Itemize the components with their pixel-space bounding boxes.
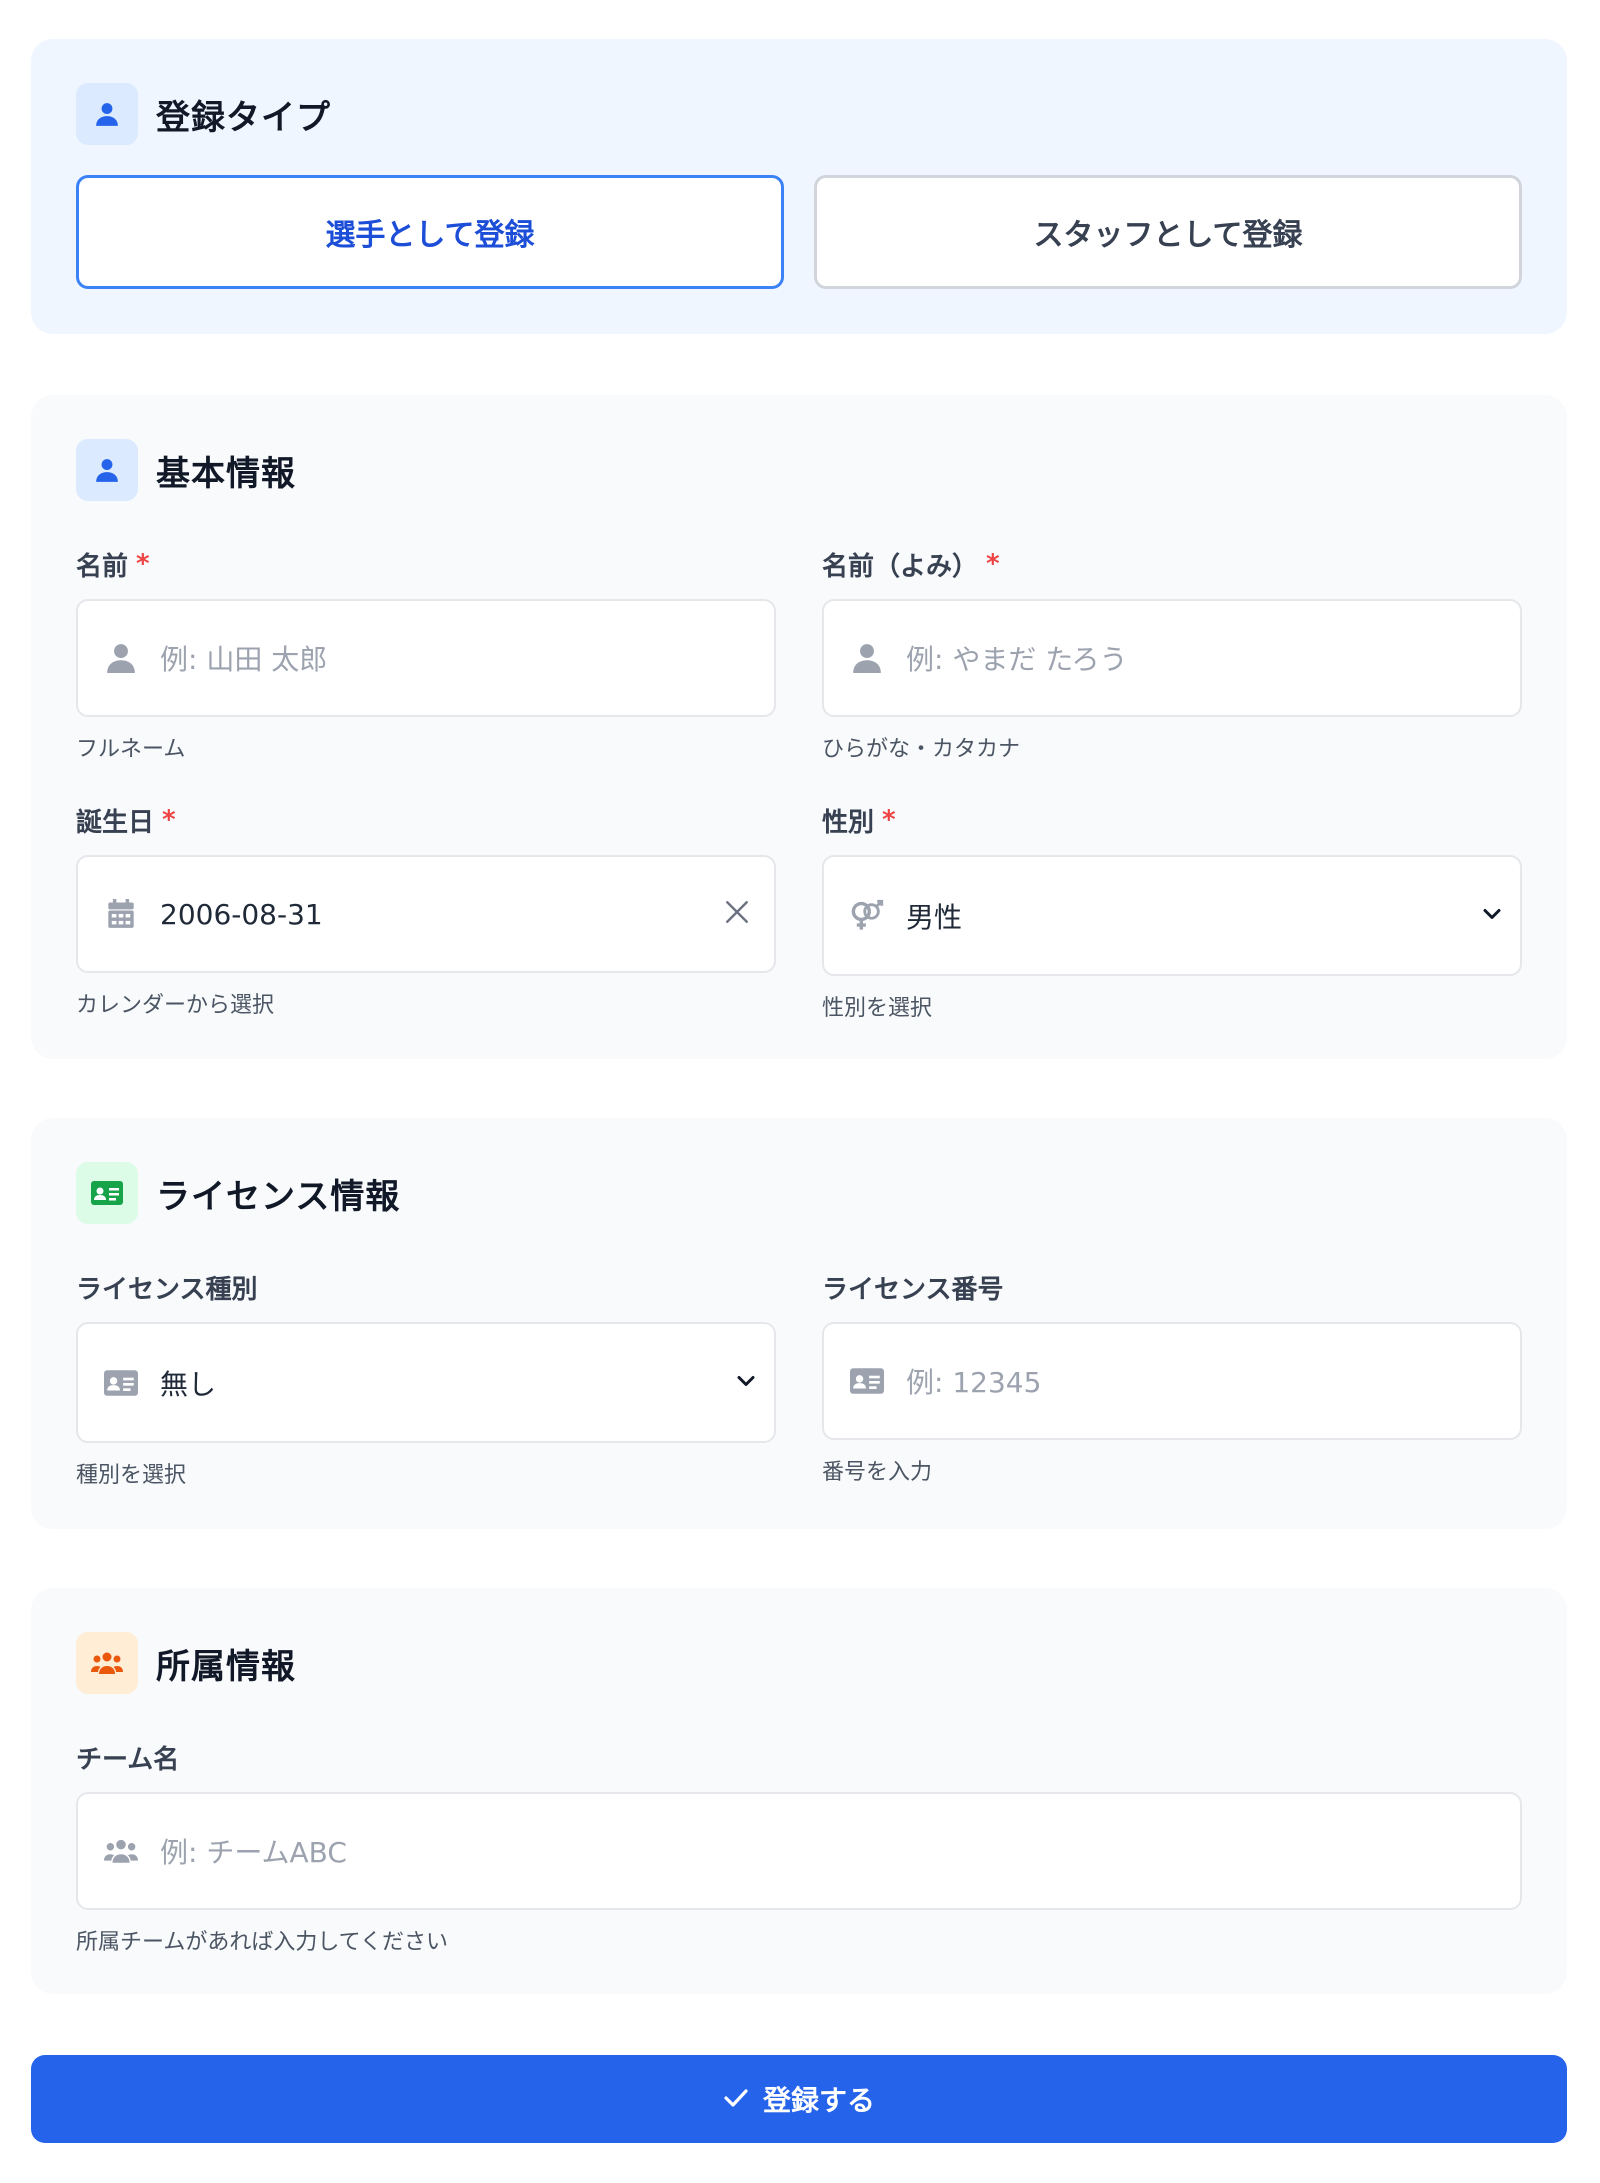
register-as-player-button[interactable]: 選手として登録 (76, 175, 784, 289)
name-field-group: 名前 * 例: 山田 太郎 フルネーム (76, 547, 776, 763)
gender-label: 性別 (822, 807, 875, 838)
id-card-icon (104, 1366, 138, 1400)
birthday-field-group: 誕生日 * 2006-08-31 カレンダーから選択 (76, 803, 776, 1022)
license-number-placeholder: 例: 12345 (906, 1366, 1042, 1399)
team-name-hint: 所属チームがあれば入力してください (76, 1930, 449, 1955)
required-marker: * (136, 549, 150, 579)
section-title: 登録タイプ (156, 97, 331, 138)
team-info-card: 所属情報 チーム名 例: チームABC 所属チームがあれば入力してください (31, 1588, 1567, 1994)
user-icon (76, 439, 138, 501)
required-marker: * (882, 805, 896, 835)
birthday-label: 誕生日 (76, 807, 155, 838)
id-card-icon (76, 1162, 138, 1224)
birthday-hint: カレンダーから選択 (76, 993, 275, 1018)
gender-icon (850, 899, 884, 933)
name-hint: フルネーム (76, 737, 186, 762)
license-type-field-group: ライセンス種別 無し 種別を選択 (76, 1270, 776, 1489)
registration-type-card: 登録タイプ 選手として登録 スタッフとして登録 (31, 39, 1567, 334)
team-name-placeholder: 例: チームABC (160, 1836, 347, 1869)
submit-label: 登録する (762, 2084, 875, 2117)
name-label: 名前 (76, 551, 129, 582)
registration-type-header: 登録タイプ (76, 83, 1522, 145)
license-number-input[interactable]: 例: 12345 (822, 1322, 1522, 1440)
basic-info-header: 基本情報 (76, 439, 1522, 501)
license-type-label: ライセンス種別 (76, 1274, 258, 1305)
section-title: 所属情報 (156, 1646, 296, 1687)
license-number-hint: 番号を入力 (822, 1460, 933, 1485)
required-marker: * (162, 805, 176, 835)
id-card-icon (850, 1364, 884, 1398)
user-icon (76, 83, 138, 145)
name-kana-hint: ひらがな・カタカナ (822, 737, 1021, 762)
check-icon (723, 2083, 749, 2116)
team-info-header: 所属情報 (76, 1632, 1522, 1694)
gender-value: 男性 (906, 900, 963, 934)
gender-select[interactable]: 男性 (822, 855, 1522, 976)
chevron-down-icon (1482, 906, 1502, 925)
name-kana-input[interactable]: 例: やまだ たろう (822, 599, 1522, 717)
section-title: ライセンス情報 (156, 1176, 401, 1217)
calendar-icon (104, 897, 138, 931)
name-input[interactable]: 例: 山田 太郎 (76, 599, 776, 717)
register-as-staff-button[interactable]: スタッフとして登録 (814, 175, 1522, 289)
chevron-down-icon (736, 1373, 756, 1392)
license-type-select[interactable]: 無し (76, 1322, 776, 1443)
license-type-value: 無し (160, 1367, 217, 1401)
license-info-card: ライセンス情報 ライセンス種別 無し 種別を選択 ライセンス番号 例: 1234… (31, 1118, 1567, 1529)
registration-form: 登録タイプ 選手として登録 スタッフとして登録 基本情報 名前 * 例: 山田 … (0, 0, 1600, 2183)
name-kana-label: 名前（よみ） (822, 551, 979, 582)
license-type-hint: 種別を選択 (76, 1463, 187, 1488)
license-number-field-group: ライセンス番号 例: 12345 番号を入力 (822, 1270, 1522, 1489)
submit-button[interactable]: 登録する (31, 2055, 1567, 2143)
name-kana-placeholder: 例: やまだ たろう (906, 643, 1128, 676)
basic-info-card: 基本情報 名前 * 例: 山田 太郎 フルネーム 名前（よみ） * 例: やまだ… (31, 395, 1567, 1059)
user-icon (104, 641, 138, 675)
name-placeholder: 例: 山田 太郎 (160, 643, 328, 676)
required-marker: * (986, 549, 1000, 579)
gender-field-group: 性別 * 男性 性別を選択 (822, 803, 1522, 1022)
birthday-value: 2006-08-31 (160, 897, 323, 931)
birthday-date-input[interactable]: 2006-08-31 (76, 855, 776, 973)
clear-date-icon[interactable] (724, 899, 750, 929)
team-name-label: チーム名 (76, 1744, 180, 1775)
user-icon (850, 641, 884, 675)
team-name-field-group: チーム名 例: チームABC 所属チームがあれば入力してください (76, 1740, 1522, 1956)
team-name-input[interactable]: 例: チームABC (76, 1792, 1522, 1910)
section-title: 基本情報 (156, 453, 296, 494)
gender-hint: 性別を選択 (822, 996, 933, 1021)
license-info-header: ライセンス情報 (76, 1162, 1522, 1224)
license-number-label: ライセンス番号 (822, 1274, 1004, 1305)
users-icon (104, 1834, 138, 1868)
users-icon (76, 1632, 138, 1694)
name-kana-field-group: 名前（よみ） * 例: やまだ たろう ひらがな・カタカナ (822, 547, 1522, 763)
registration-type-toggle: 選手として登録 スタッフとして登録 (76, 175, 1522, 289)
